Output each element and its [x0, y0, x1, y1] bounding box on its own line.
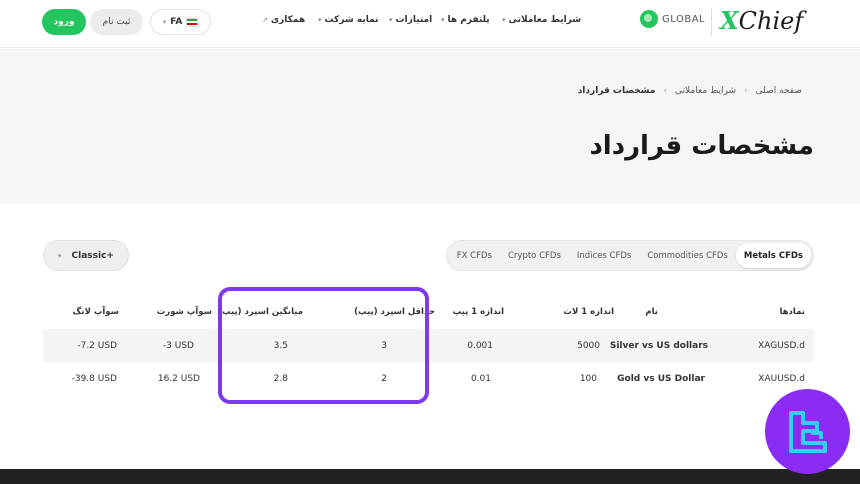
chevron-down-icon: ▾ — [389, 16, 393, 24]
watermark-logo — [765, 389, 850, 474]
language-selector[interactable]: ▾ FA — [150, 9, 211, 35]
avg-spread-cell: 3.5 — [273, 340, 288, 351]
header-divider — [711, 8, 712, 36]
tab-crypto-cfds[interactable]: Crypto CFDs — [500, 243, 569, 268]
column-header: نمادها — [779, 307, 805, 317]
footer-bar — [0, 469, 860, 484]
global-label: GLOBAL — [662, 13, 706, 25]
table-row: XAUUSD.d Gold vs US Dollar 100 0.01 2 2.… — [43, 362, 814, 395]
brand-logo-text: Chief — [738, 7, 804, 35]
nav-label: همکاری — [270, 15, 306, 25]
table-header-row: نمادها نام اندازه 1 لات اندازه 1 پیپ حدا… — [43, 295, 814, 329]
name-cell: Gold vs US Dollar — [617, 373, 705, 384]
chevron-down-icon: ▾ — [58, 251, 62, 260]
nav-label: پلتفرم ها — [447, 15, 490, 25]
chevron-down-icon: ▾ — [502, 16, 506, 24]
breadcrumb-home[interactable]: صفحه اصلی — [756, 86, 802, 96]
swap-long-cell: -7.2 USD — [77, 340, 117, 351]
site-header: ورود ثبت نام ▾ FA ↗ همکاری ▾ نمایه شرکت … — [0, 0, 860, 48]
tradingfinder-logo-icon — [788, 410, 827, 453]
breadcrumb-current: مشخصات قرارداد — [577, 86, 656, 96]
chevron-down-icon: ▾ — [162, 18, 167, 26]
nav-item-company-profile[interactable]: ▾ نمایه شرکت — [318, 15, 379, 25]
contract-spec-table: نمادها نام اندازه 1 لات اندازه 1 پیپ حدا… — [43, 295, 814, 395]
brand-logo[interactable]: XChief — [720, 6, 803, 35]
tab-fx-cfds[interactable]: FX CFDs — [449, 243, 500, 268]
instrument-tabs: Metals CFDs Commodities CFDs Indices CFD… — [445, 240, 814, 271]
pip-size-cell: 0.001 — [467, 340, 493, 351]
table-row: XAGUSD.d Silver vs US dollars 5000 0.001… — [43, 329, 814, 362]
brand-logo-x: X — [720, 6, 739, 35]
tab-indices-cfds[interactable]: Indices CFDs — [569, 243, 639, 268]
account-type-select[interactable]: ▾ Classic+ — [43, 240, 129, 271]
pip-size-cell: 0.01 — [470, 373, 491, 384]
name-cell: Silver vs US dollars — [609, 340, 708, 351]
iran-flag-icon — [186, 17, 199, 27]
lot-size-cell: 5000 — [577, 340, 600, 351]
symbol-cell: XAGUSD.d — [758, 340, 805, 351]
breadcrumb: صفحه اصلی ‹ شرایط معاملاتی ‹ مشخصات قرار… — [578, 86, 802, 96]
lot-size-cell: 100 — [579, 373, 597, 384]
register-button[interactable]: ثبت نام — [90, 9, 143, 35]
min-spread-cell: 2 — [381, 373, 387, 384]
nav-item-benefits[interactable]: ▾ امتیازات — [389, 15, 432, 25]
breadcrumb-trading-conditions[interactable]: شرایط معاملاتی — [675, 86, 736, 96]
language-code: FA — [170, 17, 183, 27]
column-header: سوآپ لانگ — [72, 307, 119, 317]
chevron-down-icon: ▾ — [441, 16, 445, 24]
column-header: نام — [645, 307, 658, 317]
nav-label: نمایه شرکت — [324, 15, 379, 25]
account-type-label: Classic+ — [71, 250, 114, 261]
swap-long-cell: -39.8 USD — [71, 373, 117, 384]
tab-metals-cfds[interactable]: Metals CFDs — [735, 243, 811, 268]
column-header: سوآپ شورت — [156, 307, 212, 317]
external-link-icon: ↗ — [262, 16, 268, 24]
nav-label: شرایط معاملاتی — [508, 15, 582, 25]
min-spread-cell: 3 — [381, 340, 387, 351]
chevron-left-icon: ‹ — [744, 86, 748, 96]
chevron-down-icon: ▾ — [318, 16, 322, 24]
swap-short-cell: -3 USD — [162, 340, 194, 351]
column-header: میانگین اسپرد (پیپ) — [218, 307, 303, 317]
nav-label: امتیازات — [395, 15, 433, 25]
page-hero: صفحه اصلی ‹ شرایط معاملاتی ‹ مشخصات قرار… — [0, 49, 860, 203]
login-button[interactable]: ورود — [42, 9, 86, 35]
column-header: اندازه 1 لات — [563, 307, 614, 317]
page-title: مشخصات قرارداد — [589, 131, 814, 161]
tab-commodities-cfds[interactable]: Commodities CFDs — [639, 243, 736, 268]
global-badge[interactable]: GLOBAL — [640, 10, 705, 28]
nav-item-trading-conditions[interactable]: ▾ شرایط معاملاتی — [502, 15, 581, 25]
nav-item-partnership[interactable]: ↗ همکاری — [262, 15, 305, 25]
nav-item-platforms[interactable]: ▾ پلتفرم ها — [441, 15, 490, 25]
column-header: اندازه 1 پیپ — [452, 307, 504, 317]
column-header: حداقل اسپرد (پیپ) — [354, 307, 435, 317]
globe-icon — [640, 10, 658, 28]
chevron-left-icon: ‹ — [663, 86, 668, 96]
swap-short-cell: 16.2 USD — [157, 373, 200, 384]
avg-spread-cell: 2.8 — [273, 373, 288, 384]
